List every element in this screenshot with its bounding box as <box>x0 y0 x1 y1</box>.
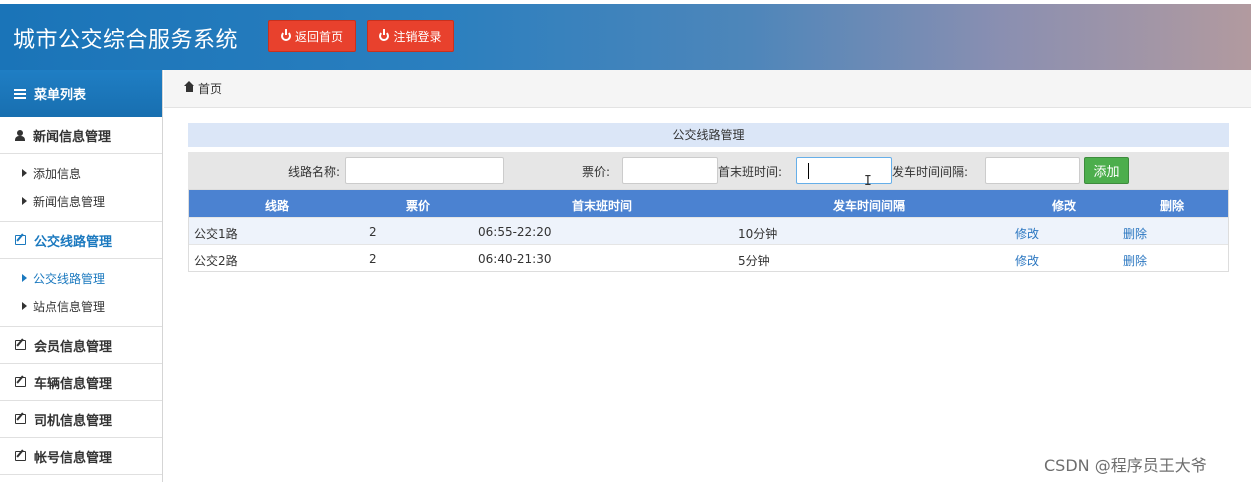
sidebar-group-news[interactable]: 新闻信息管理 <box>0 117 162 154</box>
sidebar-item-route-manage[interactable]: 公交线路管理 <box>0 264 162 292</box>
edit-icon <box>15 235 26 245</box>
table-row: 公交2路 2 06:40-21:30 5分钟 修改 删除 <box>189 244 1228 271</box>
interval-label: 发车时间间隔: <box>892 165 969 179</box>
panel-title: 公交线路管理 <box>188 123 1229 147</box>
sidebar-item-news-manage[interactable]: 新闻信息管理 <box>0 187 162 215</box>
table-header: 线路 票价 首末班时间 发车时间间隔 修改 删除 <box>189 190 1228 217</box>
fare-input[interactable] <box>622 157 718 184</box>
cell-schedule: 06:55-22:20 <box>478 225 552 239</box>
route-name-label: 线路名称: <box>288 165 341 179</box>
sidebar-group-label: 新闻信息管理 <box>33 129 112 145</box>
schedule-time-input[interactable] <box>796 157 892 184</box>
edit-icon <box>15 414 26 424</box>
fare-label: 票价: <box>582 165 611 179</box>
delete-link[interactable]: 删除 <box>1123 252 1147 269</box>
cell-interval: 10分钟 <box>738 227 778 241</box>
sidebar-item-label: 添加信息 <box>33 166 82 181</box>
col-route: 线路 <box>265 199 290 213</box>
add-button[interactable]: 添加 <box>1084 157 1129 184</box>
user-icon <box>15 129 25 141</box>
edit-icon <box>15 340 26 350</box>
sidebar-group-label: 帐号信息管理 <box>34 450 113 466</box>
breadcrumb: 首页 <box>164 70 1251 108</box>
sidebar-group-label: 车辆信息管理 <box>34 376 113 392</box>
sidebar-group-drivers[interactable]: 司机信息管理 <box>0 401 162 438</box>
col-schedule: 首末班时间 <box>572 199 633 213</box>
col-delete: 删除 <box>1160 199 1185 213</box>
home-button-label: 返回首页 <box>294 29 343 44</box>
home-button[interactable]: 返回首页 <box>268 20 356 52</box>
col-fare: 票价 <box>406 199 431 213</box>
text-cursor-icon: I <box>864 174 872 189</box>
sidebar-item-add-news[interactable]: 添加信息 <box>0 159 162 187</box>
power-icon <box>379 29 390 41</box>
watermark: CSDN @程序员王大爷 <box>1044 456 1207 475</box>
schedule-time-label: 首末班时间: <box>718 165 783 179</box>
menu-title-label: 菜单列表 <box>34 88 87 103</box>
col-edit: 修改 <box>1052 199 1077 213</box>
sidebar-group-label: 公交线路管理 <box>34 234 113 250</box>
app-title: 城市公交综合服务系统 <box>13 28 239 53</box>
logout-button-label: 注销登录 <box>393 29 442 44</box>
power-icon <box>280 29 291 41</box>
col-interval: 发车时间间隔 <box>833 199 906 213</box>
routes-table: 线路 票价 首末班时间 发车时间间隔 修改 删除 公交1路 2 06:55-22… <box>188 189 1229 272</box>
sidebar-group-label: 司机信息管理 <box>34 413 113 429</box>
interval-input[interactable] <box>985 157 1080 184</box>
edit-link[interactable]: 修改 <box>1015 225 1039 242</box>
logout-button[interactable]: 注销登录 <box>367 20 454 52</box>
edit-icon <box>15 451 26 461</box>
cell-fare: 2 <box>369 225 377 239</box>
top-header: 城市公交综合服务系统 返回首页 注销登录 <box>0 4 1251 70</box>
text-caret <box>808 163 809 179</box>
caret-right-icon <box>22 302 27 310</box>
menu-title: 菜单列表 <box>0 70 162 117</box>
sidebar-submenu-news: 添加信息 新闻信息管理 <box>0 154 162 222</box>
route-name-input[interactable] <box>345 157 504 184</box>
caret-right-icon <box>22 197 27 205</box>
list-icon <box>14 88 26 99</box>
edit-icon <box>15 377 26 387</box>
table-row: 公交1路 2 06:55-22:20 10分钟 修改 删除 <box>189 217 1228 244</box>
caret-right-icon <box>22 274 27 282</box>
breadcrumb-home[interactable]: 首页 <box>198 80 222 97</box>
sidebar-item-label: 公交线路管理 <box>33 271 106 286</box>
sidebar-item-label: 新闻信息管理 <box>33 194 106 209</box>
sidebar: 菜单列表 新闻信息管理 添加信息 新闻信息管理 公交线路管理 公交线路管理 站点… <box>0 70 163 482</box>
sidebar-group-accounts[interactable]: 帐号信息管理 <box>0 438 162 475</box>
sidebar-group-members[interactable]: 会员信息管理 <box>0 327 162 364</box>
cell-fare: 2 <box>369 252 377 266</box>
edit-link[interactable]: 修改 <box>1015 252 1039 269</box>
cell-route: 公交2路 <box>194 254 238 268</box>
sidebar-item-label: 站点信息管理 <box>33 299 106 314</box>
caret-right-icon <box>22 169 27 177</box>
delete-link[interactable]: 删除 <box>1123 225 1147 242</box>
sidebar-group-bus-routes[interactable]: 公交线路管理 <box>0 222 162 259</box>
cell-schedule: 06:40-21:30 <box>478 252 552 266</box>
sidebar-item-station-manage[interactable]: 站点信息管理 <box>0 292 162 320</box>
cell-route: 公交1路 <box>194 227 238 241</box>
sidebar-group-vehicles[interactable]: 车辆信息管理 <box>0 364 162 401</box>
home-icon <box>184 80 194 94</box>
sidebar-submenu-bus-routes: 公交线路管理 站点信息管理 <box>0 259 162 327</box>
cell-interval: 5分钟 <box>738 254 770 268</box>
search-bar: 线路名称: 票价: 首末班时间: 发车时间间隔: 添加 <box>188 152 1229 189</box>
sidebar-group-label: 会员信息管理 <box>34 339 113 355</box>
